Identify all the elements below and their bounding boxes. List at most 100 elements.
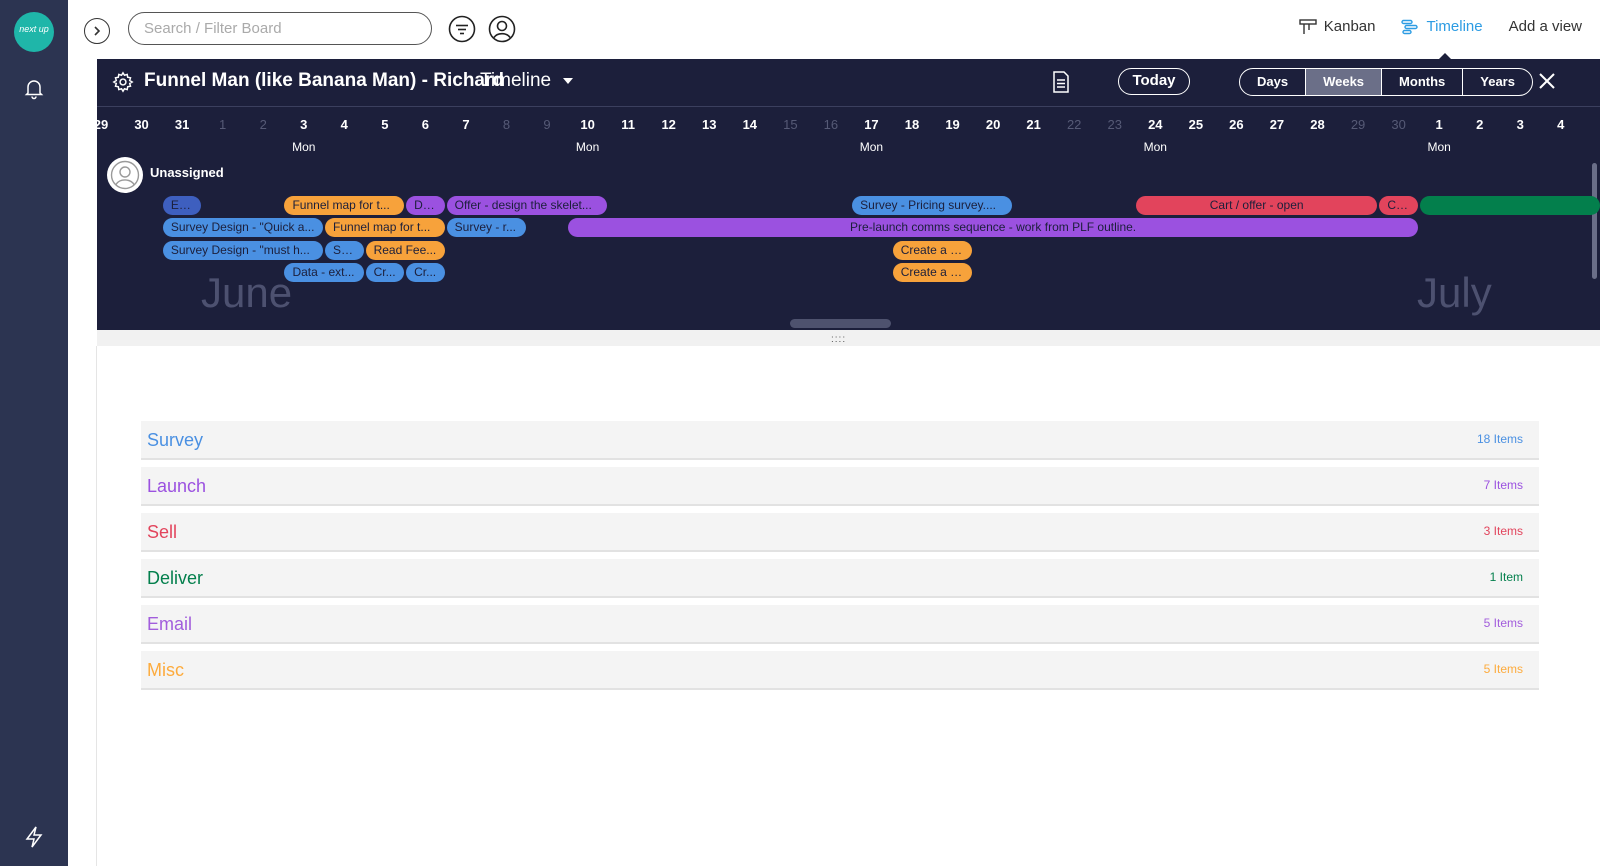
day-label: 2: [259, 117, 267, 132]
group-name: Email: [147, 614, 193, 634]
day-label: 10: [580, 117, 595, 132]
day-label: 1: [219, 117, 227, 132]
app-logo[interactable]: next up: [14, 12, 54, 52]
group-row-deliver[interactable]: Deliver 1 Item: [141, 559, 1539, 598]
timeline-item-bar[interactable]: Su...: [325, 240, 364, 260]
timeline-item-bar[interactable]: En...: [162, 196, 202, 215]
group-item-count: 5 Items: [1483, 616, 1523, 630]
day-label: 1: [1435, 117, 1443, 132]
timeline-item-bar[interactable]: Cr...: [406, 262, 445, 282]
day-label: 26: [1229, 117, 1244, 132]
timeline-header: Funnel Man (like Banana Man) - Richard T…: [97, 59, 1600, 107]
group-row-launch[interactable]: Launch 7 Items: [141, 467, 1539, 506]
bell-icon[interactable]: [22, 76, 46, 100]
timeline-item-bar[interactable]: De...: [406, 196, 445, 215]
range-months-button[interactable]: Months: [1382, 69, 1464, 95]
timeline-icon: [1401, 19, 1419, 34]
timeline-item-bar[interactable]: Funnel map for t...: [325, 218, 445, 238]
group-name: Sell: [147, 522, 178, 542]
day-label: 28: [1310, 117, 1325, 132]
day-label: 4: [1557, 117, 1565, 132]
timeline-grid[interactable]: June July Unassigned 29 30 31 1 2 3 Mon 4 5 6 7 8 9 1…: [97, 107, 1600, 330]
lightning-icon[interactable]: [24, 826, 44, 848]
day-label: 11: [621, 117, 636, 132]
day-label: 13: [702, 117, 717, 132]
group-row-survey[interactable]: Survey 18 Items: [141, 421, 1539, 460]
range-weeks-button[interactable]: Weeks: [1306, 69, 1383, 95]
timeline-item-bar[interactable]: Ca...: [1379, 196, 1418, 215]
gear-icon[interactable]: [112, 71, 134, 93]
day-label: 3: [300, 117, 308, 132]
group-list: Survey 18 Items Launch 7 Items Sell 3 Items De…: [141, 421, 1539, 697]
day-label: 9: [543, 117, 551, 132]
day-label: 29: [97, 117, 109, 132]
day-label: 30: [1391, 117, 1406, 132]
timeline-item-bar[interactable]: Survey - Pricing survey....: [852, 196, 1013, 215]
expand-sidebar-button[interactable]: [84, 18, 110, 44]
timeline-item-bar[interactable]: Cr...: [365, 262, 405, 282]
group-row-misc[interactable]: Misc 5 Items: [141, 651, 1539, 690]
day-label: 7: [462, 117, 470, 132]
range-years-button[interactable]: Years: [1463, 69, 1532, 95]
timeline-view-selector[interactable]: Timeline: [480, 70, 551, 92]
time-range-selector: Days Weeks Months Years: [1239, 68, 1533, 96]
timeline-item-bar[interactable]: Read Fee...: [365, 240, 445, 260]
group-item-count: 18 Items: [1476, 432, 1523, 446]
day-label: 15: [783, 117, 798, 132]
day-label: 16: [823, 117, 839, 132]
day-label: 27: [1269, 117, 1285, 132]
group-name: Launch: [147, 476, 207, 496]
timeline-item-bar[interactable]: Offer - design the skelet...: [446, 196, 607, 215]
day-label: 23: [1107, 117, 1122, 132]
day-label: 31: [174, 117, 190, 132]
group-row-sell[interactable]: Sell 3 Items: [141, 513, 1539, 552]
group-name: Survey: [147, 430, 204, 450]
vertical-scrollbar[interactable]: [1592, 163, 1597, 279]
timeline-item-bar[interactable]: Create a "...: [892, 262, 972, 282]
day-label: 20: [985, 117, 1001, 132]
close-icon[interactable]: [1537, 71, 1557, 91]
timeline-panel: Funnel Man (like Banana Man) - Richard T…: [97, 59, 1600, 330]
view-switcher: Kanban Timeline Add a view: [1299, 18, 1582, 61]
avatar: [107, 157, 143, 193]
weekday-label: Mon: [292, 140, 316, 154]
caret-down-icon[interactable]: [563, 78, 573, 84]
timeline-item-bar[interactable]: Data - ext...: [284, 262, 364, 282]
view-kanban[interactable]: Kanban: [1299, 18, 1375, 35]
filter-icon[interactable]: [448, 15, 476, 43]
day-label: 18: [904, 117, 920, 132]
panel-resize-handle[interactable]: ::::: [97, 330, 1600, 346]
group-item-count: 3 Items: [1483, 524, 1523, 538]
timeline-item-bar[interactable]: Cart / offer - open: [1136, 196, 1378, 215]
timeline-item-bar[interactable]: Pre-launch comms sequence - work from PL…: [568, 218, 1418, 238]
today-button[interactable]: Today: [1118, 68, 1190, 95]
month-label-june: June: [201, 269, 293, 316]
month-label-july: July: [1417, 269, 1492, 316]
timeline-item-bar[interactable]: Survey - r...: [446, 218, 526, 238]
horizontal-scrollbar[interactable]: [790, 319, 891, 328]
add-view-label: Add a view: [1508, 18, 1582, 35]
drag-handle-icon: ::::: [831, 334, 847, 345]
timeline-item-bar[interactable]: Survey Design - "Quick a...: [162, 218, 323, 238]
timeline-item-bar[interactable]: Survey Design - "must h...: [162, 240, 323, 260]
kanban-icon: [1299, 18, 1317, 34]
view-timeline[interactable]: Timeline: [1401, 18, 1483, 61]
day-label: 24: [1148, 117, 1163, 132]
timeline-item-bar[interactable]: Create a "...: [892, 240, 972, 260]
day-label: 30: [134, 117, 149, 132]
day-label: 25: [1188, 117, 1204, 132]
range-days-button[interactable]: Days: [1240, 69, 1307, 95]
weekday-label: Mon: [1143, 140, 1167, 154]
group-row-email[interactable]: Email 5 Items: [141, 605, 1539, 644]
view-timeline-label: Timeline: [1426, 18, 1483, 35]
weekday-label: Mon: [1427, 140, 1451, 154]
timeline-item-bar[interactable]: [1419, 196, 1600, 215]
search-input[interactable]: [128, 12, 432, 45]
day-label: 2: [1476, 117, 1484, 132]
day-label: 22: [1066, 117, 1082, 132]
document-icon[interactable]: [1051, 71, 1071, 93]
timeline-item-bar[interactable]: Funnel map for t...: [284, 196, 405, 215]
add-view-button[interactable]: Add a view: [1509, 18, 1582, 35]
day-label: 17: [864, 117, 879, 132]
person-icon[interactable]: [488, 15, 516, 43]
